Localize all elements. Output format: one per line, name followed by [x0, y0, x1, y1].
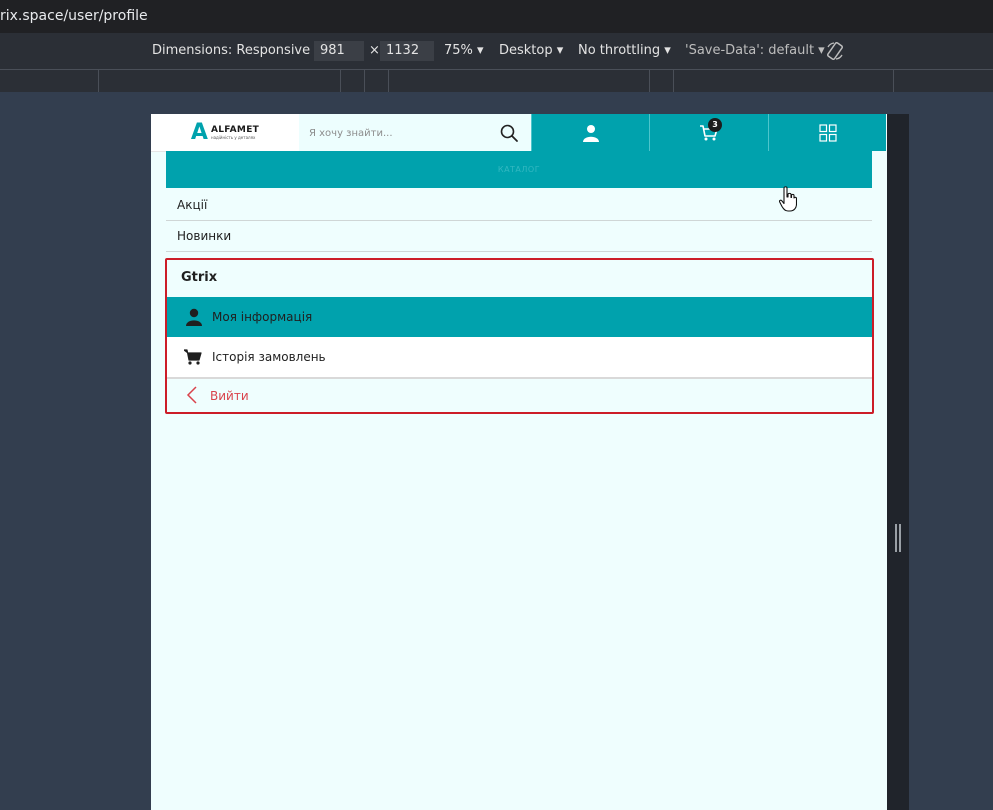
save-data-dropdown[interactable]: 'Save-Data': default ▾ — [685, 33, 825, 69]
cart-button[interactable]: 3 — [649, 114, 768, 151]
cart-icon — [184, 347, 204, 367]
logo-tagline: надійність у деталях — [210, 134, 256, 140]
media-query-ruler[interactable] — [0, 69, 993, 93]
device-dropdown[interactable]: Desktop ▾ — [499, 33, 563, 69]
page-viewport: A ALFAMET надійність у деталях Я хочу зн… — [151, 114, 887, 810]
profile-menu-panel: Gtrix Моя інформація Історія замовлень В… — [165, 258, 874, 414]
grid-icon — [818, 123, 837, 142]
profile-item-order-history[interactable]: Історія замовлень — [167, 337, 872, 378]
menu-item-new-arrivals[interactable]: Новинки — [166, 221, 872, 252]
menu-item-promotions[interactable]: Акції — [166, 190, 872, 221]
cart-count-badge: 3 — [708, 118, 722, 132]
height-input[interactable]: 1132 — [380, 41, 434, 61]
menu-grid-button[interactable] — [768, 114, 886, 151]
logo-name: ALFAMET — [210, 124, 260, 135]
site-logo[interactable]: A ALFAMET надійність у деталях — [151, 114, 299, 152]
site-header: A ALFAMET надійність у деталях Я хочу зн… — [151, 114, 887, 152]
times-separator: × — [369, 43, 380, 58]
chevron-left-icon — [186, 386, 202, 406]
profile-item-my-info[interactable]: Моя інформація — [167, 297, 872, 337]
search-box — [299, 114, 531, 151]
resize-strip — [887, 114, 909, 810]
dimensions-dropdown[interactable]: Dimensions: Responsive ▾ — [152, 33, 321, 69]
user-icon — [184, 307, 204, 327]
rotate-icon[interactable] — [825, 41, 845, 61]
logo-text: ALFAMET надійність у деталях — [210, 124, 260, 140]
throttling-dropdown[interactable]: No throttling ▾ — [578, 33, 671, 69]
address-bar[interactable]: rix.space/user/profile — [0, 0, 993, 33]
logout-label: Вийти — [210, 389, 249, 403]
pointer-hand-icon — [779, 186, 798, 212]
zoom-dropdown[interactable]: 75% ▾ — [444, 33, 484, 69]
resize-handle[interactable] — [895, 524, 901, 552]
catalog-bar[interactable]: КАТАЛОГ — [166, 151, 872, 188]
account-button[interactable] — [531, 114, 649, 151]
logo-mark: A — [190, 120, 208, 145]
search-icon[interactable] — [499, 123, 519, 143]
profile-item-label: Історія замовлень — [212, 350, 326, 364]
width-input[interactable]: 981 — [314, 41, 364, 61]
logout-button[interactable]: Вийти — [167, 378, 872, 413]
user-icon — [582, 124, 599, 142]
url-text[interactable]: rix.space/user/profile — [0, 0, 148, 33]
search-input[interactable] — [307, 122, 491, 144]
profile-item-label: Моя інформація — [212, 310, 313, 324]
device-toolbar: Dimensions: Responsive ▾ 981 × 1132 75% … — [0, 33, 993, 69]
profile-username: Gtrix — [181, 270, 218, 285]
